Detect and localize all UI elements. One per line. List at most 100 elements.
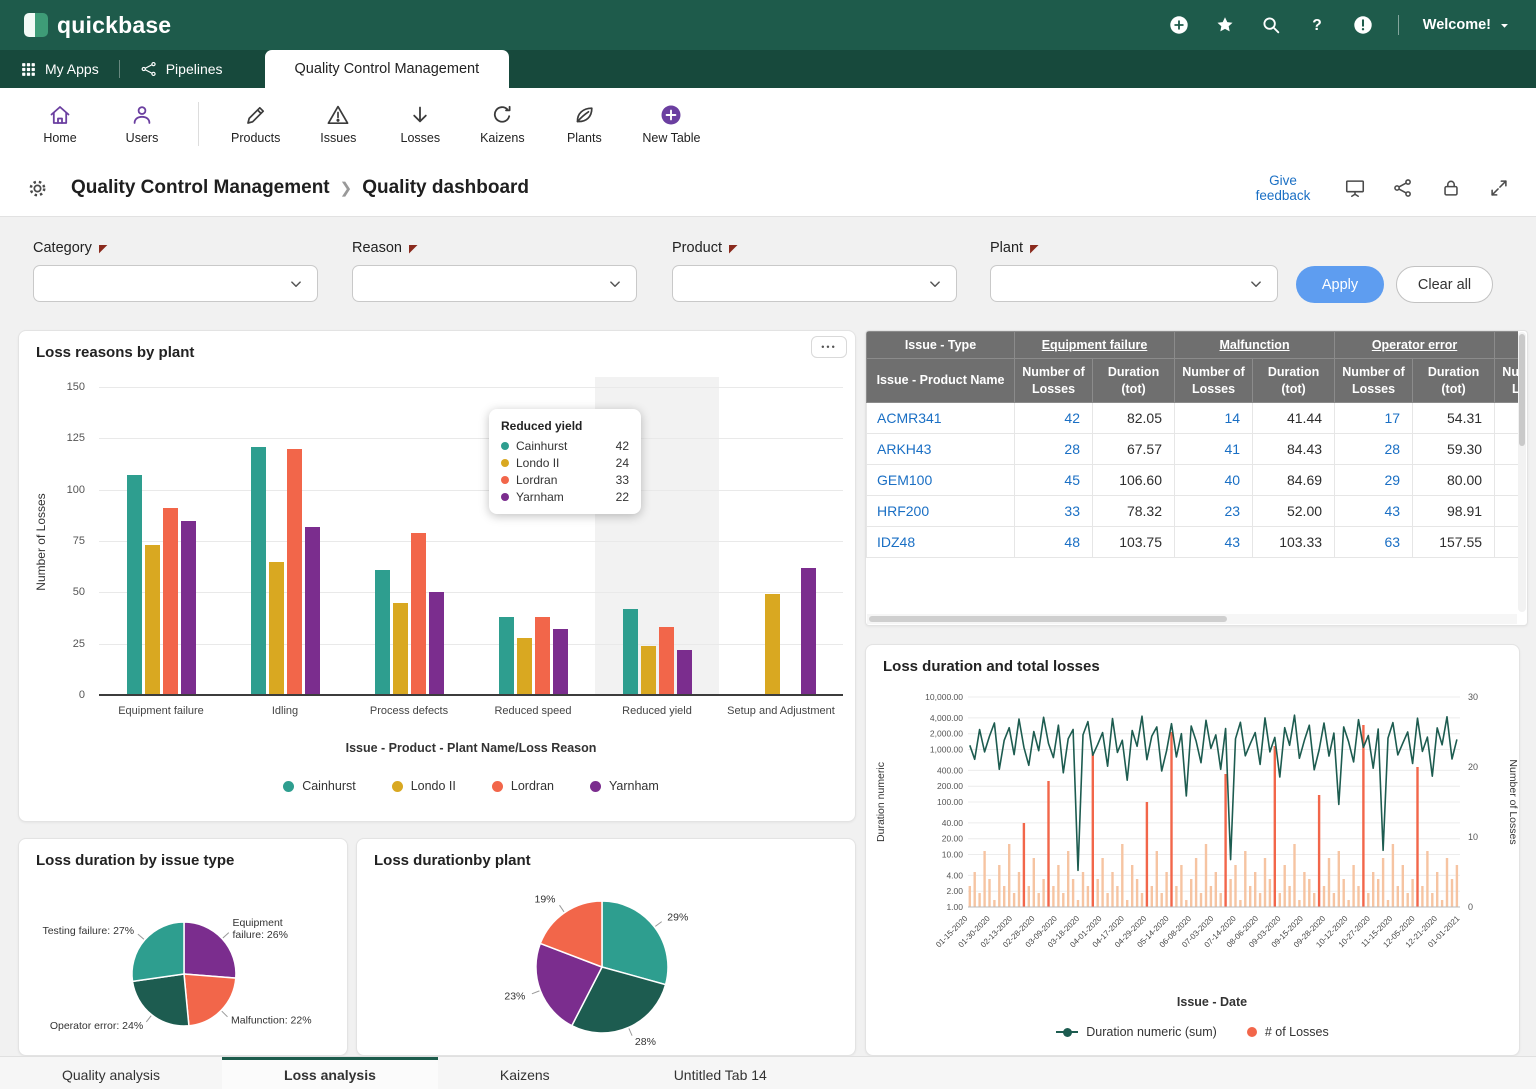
clear-all-button[interactable]: Clear all	[1396, 266, 1493, 303]
breadcrumb: Quality Control Management ❯ Quality das…	[71, 177, 529, 199]
filter-reason-label: Reason	[352, 240, 402, 256]
toolbar-item-plants[interactable]: Plants	[554, 97, 614, 151]
add-button[interactable]	[1168, 14, 1190, 36]
lock-button[interactable]	[1440, 177, 1462, 199]
bar-lordran-equipment-failure[interactable]	[163, 508, 178, 695]
dashboard-tab-quality-analysis[interactable]: Quality analysis	[0, 1057, 222, 1089]
toolbar-item-users[interactable]: Users	[112, 97, 172, 151]
presentation-button[interactable]	[1344, 177, 1366, 199]
plant-select[interactable]	[990, 265, 1278, 302]
bar-yarnham-equipment-failure[interactable]	[181, 521, 196, 696]
product-link-arkh43[interactable]: ARKH43	[877, 441, 931, 457]
bar-londo-ii-equipment-failure[interactable]	[145, 545, 160, 695]
legend-item-duration-numeric-sum[interactable]: Duration numeric (sum)	[1056, 1025, 1217, 1039]
product-link-gem100[interactable]: GEM100	[877, 472, 932, 488]
breadcrumb-app[interactable]: Quality Control Management	[71, 177, 330, 199]
bar-lordran-reduced-speed[interactable]	[535, 617, 550, 695]
product-link-acmr341[interactable]: ACMR341	[877, 410, 942, 426]
bar-cainhurst-process-defects[interactable]	[375, 570, 390, 695]
toolbar-item-kaizens[interactable]: Kaizens	[472, 97, 532, 151]
toolbar-item-new-table[interactable]: New Table	[636, 97, 706, 151]
bar-cainhurst-equipment-failure[interactable]	[127, 475, 142, 695]
category-select[interactable]	[33, 265, 318, 302]
quickbase-logo[interactable]: quickbase	[24, 12, 171, 39]
table-group-header-testing-failure[interactable]: Testing failure	[1495, 332, 1518, 359]
nav-pipelines[interactable]: Pipelines	[120, 50, 243, 88]
bar-lordran-process-defects[interactable]	[411, 533, 426, 695]
loss-duration-by-issue-type-card: Loss duration by issue type Equipmentfai…	[18, 838, 348, 1056]
favorites-button[interactable]	[1214, 14, 1236, 36]
caret-down-icon	[1497, 18, 1512, 33]
toolbar-item-label: Home	[43, 131, 76, 145]
dashboard-tab-loss-analysis[interactable]: Loss analysis	[222, 1057, 438, 1089]
bar-londo-ii-reduced-yield[interactable]	[641, 646, 656, 695]
breadcrumb-page[interactable]: Quality dashboard	[362, 177, 529, 199]
bar-londo-ii-setup-and-adjustment[interactable]	[765, 594, 780, 695]
pie-slice-testing-failure[interactable]	[132, 922, 184, 981]
toolbar-item-home[interactable]: Home	[30, 97, 90, 151]
alerts-icon	[1352, 14, 1374, 36]
nav-my-apps[interactable]: My Apps	[0, 50, 119, 88]
bar-yarnham-idling[interactable]	[305, 527, 320, 695]
y-axis-ticks: 0255075100125150	[45, 387, 91, 695]
table-group-header-malfunction[interactable]: Malfunction	[1175, 332, 1335, 359]
legend-item-of-losses[interactable]: # of Losses	[1247, 1025, 1329, 1039]
give-feedback-link[interactable]: Give feedback	[1248, 173, 1318, 203]
product-link-hrf200[interactable]: HRF200	[877, 503, 929, 519]
legend-item-lordran[interactable]: Lordran	[492, 779, 554, 793]
bar-cainhurst-idling[interactable]	[251, 447, 266, 696]
reason-select[interactable]	[352, 265, 637, 302]
legend-item-yarnham[interactable]: Yarnham	[590, 779, 659, 793]
bar-yarnham-process-defects[interactable]	[429, 592, 444, 695]
bar-londo-ii-process-defects[interactable]	[393, 603, 408, 695]
dashboard-tab-untitled-tab-14[interactable]: Untitled Tab 14	[612, 1057, 829, 1089]
issue-type-table: Issue - TypeEquipment failureMalfunction…	[866, 331, 1518, 558]
product-link-idz48[interactable]: IDZ48	[877, 534, 915, 550]
bar-londo-ii-reduced-speed[interactable]	[517, 638, 532, 696]
bar-yarnham-setup-and-adjustment[interactable]	[801, 568, 816, 695]
horizontal-scrollbar[interactable]	[867, 614, 1517, 624]
scrollbar-thumb[interactable]	[1519, 334, 1525, 446]
table-group-header-equipment-failure[interactable]: Equipment failure	[1015, 332, 1175, 359]
share-button[interactable]	[1392, 177, 1414, 199]
product-select[interactable]	[672, 265, 957, 302]
pie-label: 29%	[667, 911, 688, 923]
x-axis-title: Issue - Product - Plant Name/Loss Reason	[99, 741, 843, 755]
bar-group-equipment-failure	[99, 387, 223, 695]
x-axis-title: Issue - Date	[966, 995, 1458, 1009]
apply-button[interactable]: Apply	[1296, 266, 1384, 303]
toolbar-item-label: Users	[126, 131, 159, 145]
pie-slice-malfunction[interactable]	[184, 974, 236, 1026]
notifications-button[interactable]	[1352, 14, 1374, 36]
expand-button[interactable]	[1488, 177, 1510, 199]
duration-cell: 78.32	[1093, 495, 1175, 526]
table-group-header-operator-error[interactable]: Operator error	[1335, 332, 1495, 359]
pie-slice-operator-error[interactable]	[133, 974, 189, 1026]
pie-slice-equipment-failure[interactable]	[184, 922, 236, 978]
bar-cainhurst-reduced-yield[interactable]	[623, 609, 638, 695]
app-tab-quality-control-management[interactable]: Quality Control Management	[265, 50, 510, 88]
table-subheader-losses: Number of Losses	[1495, 359, 1518, 403]
toolbar-item-losses[interactable]: Losses	[390, 97, 450, 151]
toolbar-item-issues[interactable]: Issues	[308, 97, 368, 151]
welcome-menu[interactable]: Welcome!	[1423, 17, 1512, 33]
bar-lordran-idling[interactable]	[287, 449, 302, 695]
pipelines-icon	[140, 60, 158, 78]
search-button[interactable]	[1260, 14, 1282, 36]
bar-cainhurst-reduced-speed[interactable]	[499, 617, 514, 695]
dashboard-tab-kaizens[interactable]: Kaizens	[438, 1057, 612, 1089]
bar-lordran-reduced-yield[interactable]	[659, 627, 674, 695]
help-button[interactable]: ?	[1306, 14, 1328, 36]
bar-yarnham-reduced-yield[interactable]	[677, 650, 692, 695]
legend-item-londo-ii[interactable]: Londo II	[392, 779, 456, 793]
scrollbar-thumb[interactable]	[869, 616, 1227, 622]
bar-yarnham-reduced-speed[interactable]	[553, 629, 568, 695]
toolbar-item-label: Issues	[320, 131, 356, 145]
settings-button[interactable]	[26, 177, 49, 200]
vertical-scrollbar[interactable]	[1518, 332, 1526, 612]
filter-category: Category	[33, 240, 318, 302]
bar-londo-ii-idling[interactable]	[269, 562, 284, 696]
toolbar-item-products[interactable]: Products	[225, 97, 286, 151]
legend-item-cainhurst[interactable]: Cainhurst	[283, 779, 356, 793]
more-options-button[interactable]	[811, 336, 847, 358]
